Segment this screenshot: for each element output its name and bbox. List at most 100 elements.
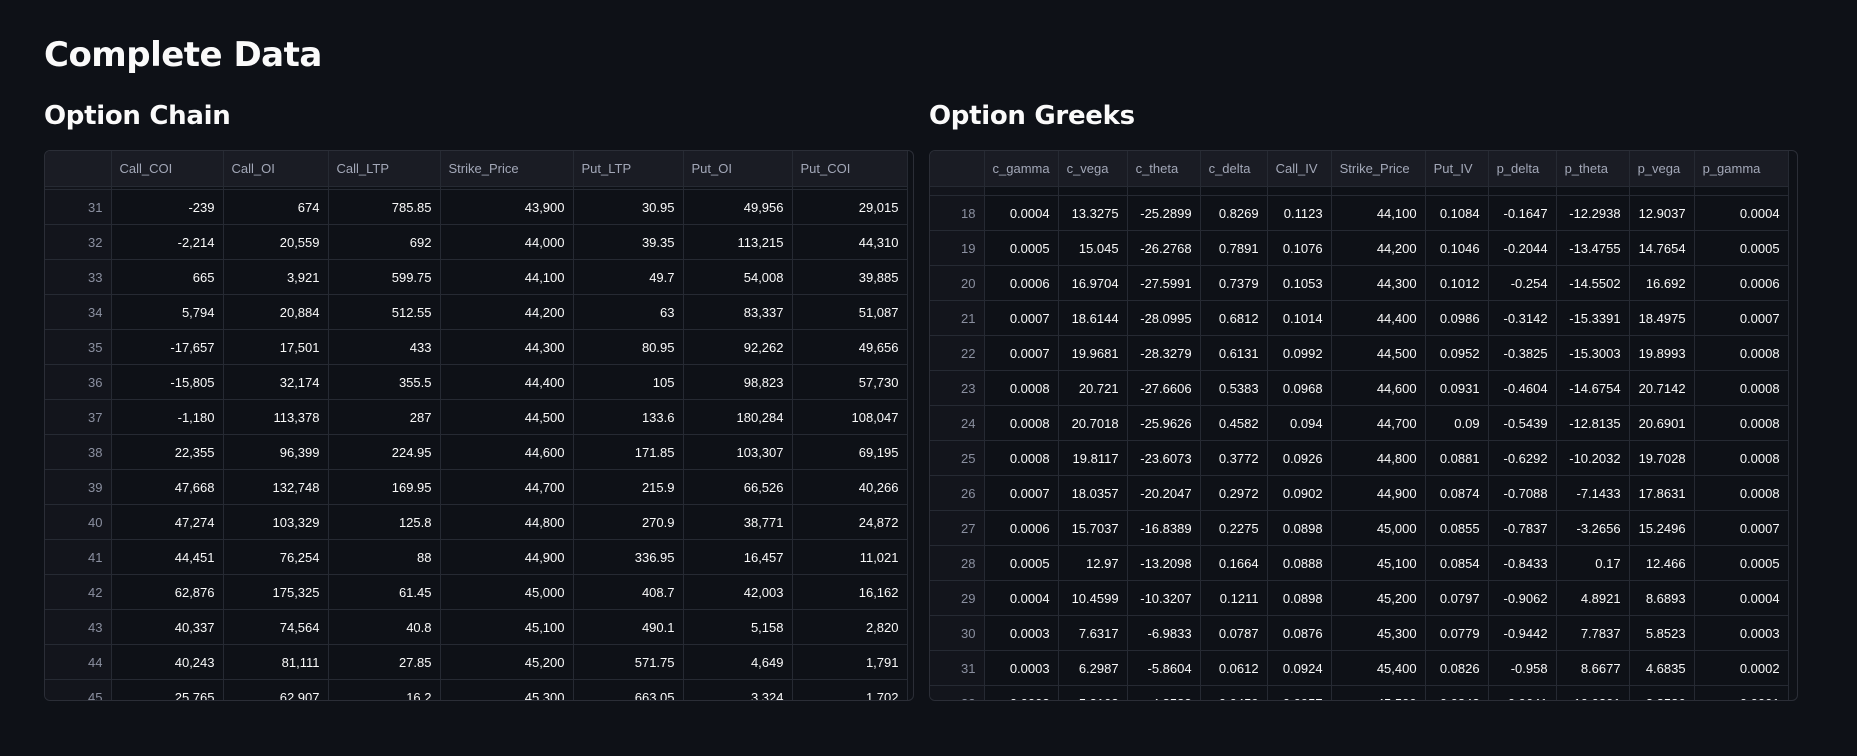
table-cell[interactable]: 180,284 (683, 399, 793, 435)
table-cell[interactable]: 2,820 (792, 609, 908, 645)
table-cell[interactable]: 25,765 (111, 679, 224, 700)
row-index[interactable]: 21 (930, 300, 985, 336)
table-cell[interactable]: 19.9681 (1058, 335, 1128, 371)
table-cell[interactable]: 16.692 (1629, 265, 1695, 301)
table-cell[interactable]: 62,876 (111, 574, 224, 610)
table-cell[interactable]: 0.1053 (1267, 265, 1332, 301)
table-row[interactable]: 33 665 3,921 599.75 44,100 49.7 54,008 39,885 (45, 259, 908, 295)
table-cell[interactable]: 599.75 (328, 259, 441, 295)
column-header[interactable]: Put_OI (683, 151, 793, 187)
table-cell[interactable]: 408.7 (573, 574, 684, 610)
table-cell[interactable]: -3.2656 (1556, 510, 1630, 546)
option-greeks-grid[interactable]: c_gamma c_vega c_theta c_delta Call_IV S… (929, 150, 1798, 701)
column-header[interactable]: Strike_Price (1331, 151, 1426, 187)
table-cell[interactable]: 44,100 (440, 259, 574, 295)
table-cell[interactable]: 0.0779 (1425, 615, 1489, 651)
table-cell[interactable]: 47,274 (111, 504, 224, 540)
table-cell[interactable]: 44,400 (1331, 300, 1426, 336)
row-index[interactable]: 29 (930, 580, 985, 616)
table-cell[interactable]: 0.6131 (1200, 335, 1268, 371)
table-row[interactable]: 34 5,794 20,884 512.55 44,200 63 83,337 51,087 (45, 294, 908, 330)
table-cell[interactable]: 45,000 (440, 574, 574, 610)
row-index[interactable]: 35 (45, 329, 112, 365)
table-cell[interactable]: 44,200 (1331, 230, 1426, 266)
table-cell[interactable]: 14.7654 (1629, 230, 1695, 266)
table-cell[interactable]: 45,200 (1331, 580, 1426, 616)
table-cell[interactable]: 0.0008 (984, 370, 1059, 406)
table-cell[interactable]: 0.0008 (984, 405, 1059, 441)
table-cell[interactable]: 17.8631 (1629, 475, 1695, 511)
table-cell[interactable]: 27.85 (328, 644, 441, 680)
column-header[interactable]: p_theta (1556, 151, 1630, 187)
table-row[interactable]: 45 25,765 62,907 16.2 45,300 663.05 3,324 1,702 (45, 679, 908, 700)
table-cell[interactable]: 44,500 (1331, 335, 1426, 371)
table-cell[interactable]: 224.95 (328, 434, 441, 470)
table-cell[interactable]: -12.2938 (1556, 195, 1630, 231)
table-cell[interactable]: -0.6292 (1488, 440, 1557, 476)
table-cell[interactable]: 44,300 (440, 329, 574, 365)
table-cell[interactable]: -0.7837 (1488, 510, 1557, 546)
table-cell[interactable]: 0.5383 (1200, 370, 1268, 406)
table-cell[interactable]: 44,200 (440, 294, 574, 330)
table-cell[interactable]: 0.1014 (1267, 300, 1332, 336)
table-cell[interactable]: 38,771 (683, 504, 793, 540)
table-cell[interactable]: 44,000 (440, 224, 574, 260)
column-header[interactable]: p_gamma (1694, 151, 1789, 187)
table-cell[interactable]: 133.6 (573, 399, 684, 435)
table-cell[interactable]: 45,200 (440, 644, 574, 680)
table-cell[interactable]: 18.6144 (1058, 300, 1128, 336)
row-index[interactable]: 26 (930, 475, 985, 511)
table-cell[interactable]: 0.0006 (984, 265, 1059, 301)
table-cell[interactable]: 0.2275 (1200, 510, 1268, 546)
table-cell[interactable]: 76,254 (223, 539, 329, 575)
table-cell[interactable]: 40,243 (111, 644, 224, 680)
table-cell[interactable]: 15.2496 (1629, 510, 1695, 546)
table-cell[interactable]: 5,794 (111, 294, 224, 330)
row-index[interactable]: 31 (45, 189, 112, 225)
table-row[interactable]: 40 47,274 103,329 125.8 44,800 270.9 38,771 24,… (45, 504, 908, 540)
table-cell[interactable]: -26.2768 (1127, 230, 1201, 266)
table-cell[interactable]: 44,100 (1331, 195, 1426, 231)
column-header[interactable]: Call_COI (111, 151, 224, 187)
table-cell[interactable]: 39,885 (792, 259, 908, 295)
row-index[interactable]: 34 (45, 294, 112, 330)
table-row[interactable]: 20 0.0006 16.9704 -27.5991 0.7379 0.1053 44,30… (930, 265, 1789, 301)
table-cell[interactable]: 0.17 (1556, 545, 1630, 581)
table-cell[interactable]: 5.8523 (1629, 615, 1695, 651)
table-cell[interactable]: 69,195 (792, 434, 908, 470)
table-cell[interactable]: 571.75 (573, 644, 684, 680)
table-cell[interactable]: 0.1123 (1267, 195, 1332, 231)
table-cell[interactable]: 0.2972 (1200, 475, 1268, 511)
row-index[interactable]: 30 (930, 615, 985, 651)
table-cell[interactable]: 0.0005 (984, 545, 1059, 581)
table-cell[interactable]: -0.9641 (1488, 685, 1557, 700)
table-cell[interactable]: -7.1433 (1556, 475, 1630, 511)
row-index[interactable]: 19 (930, 230, 985, 266)
table-cell[interactable]: -27.5991 (1127, 265, 1201, 301)
row-index[interactable]: 41 (45, 539, 112, 575)
table-cell[interactable]: 0.7891 (1200, 230, 1268, 266)
table-cell[interactable]: 16,162 (792, 574, 908, 610)
column-header[interactable]: c_theta (1127, 151, 1201, 187)
table-cell[interactable]: 12.97 (1058, 545, 1128, 581)
table-cell[interactable]: 0.0008 (984, 440, 1059, 476)
table-cell[interactable]: 45,300 (1331, 615, 1426, 651)
table-cell[interactable]: 0.0459 (1200, 685, 1268, 700)
table-cell[interactable]: -13.4755 (1556, 230, 1630, 266)
table-cell[interactable]: 0.0612 (1200, 650, 1268, 686)
table-cell[interactable]: 0.1084 (1425, 195, 1489, 231)
table-cell[interactable]: -1,180 (111, 399, 224, 435)
column-header[interactable]: Strike_Price (440, 151, 574, 187)
table-cell[interactable]: 96,399 (223, 434, 329, 470)
table-cell[interactable]: 40,266 (792, 469, 908, 505)
table-cell[interactable]: 336.95 (573, 539, 684, 575)
table-cell[interactable]: 105 (573, 364, 684, 400)
table-cell[interactable]: 20,884 (223, 294, 329, 330)
table-cell[interactable]: 49,656 (792, 329, 908, 365)
table-cell[interactable]: 108,047 (792, 399, 908, 435)
column-header[interactable]: Put_COI (792, 151, 908, 187)
table-cell[interactable]: 20.721 (1058, 370, 1128, 406)
table-cell[interactable]: -4.8583 (1127, 685, 1201, 700)
table-cell[interactable]: 0.0854 (1425, 545, 1489, 581)
table-cell[interactable]: 0.0008 (1694, 335, 1789, 371)
